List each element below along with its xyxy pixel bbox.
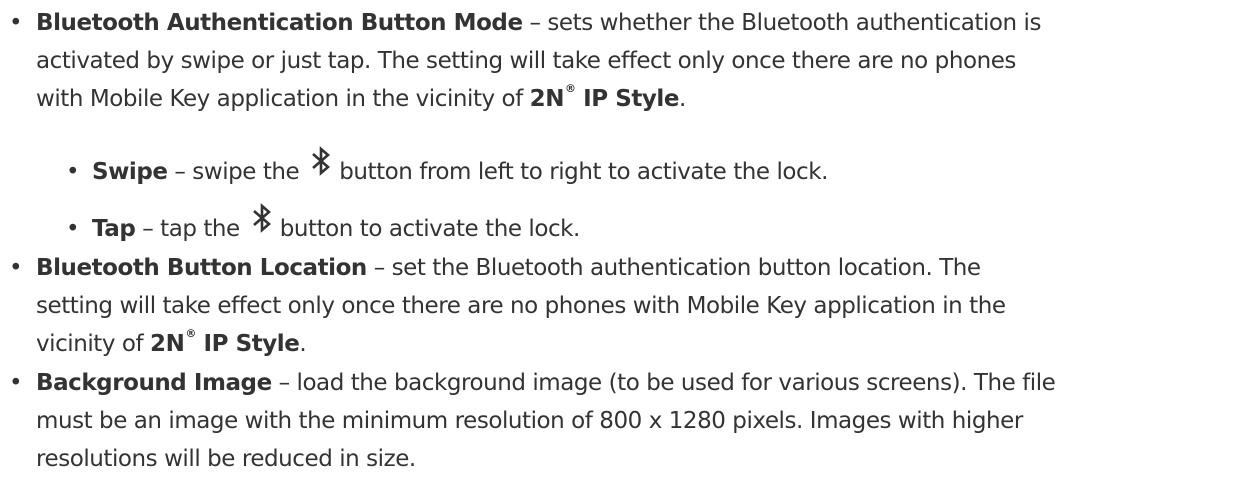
dash-separator: – xyxy=(135,216,161,242)
item-text: button from left to right to activate th… xyxy=(339,159,828,185)
item-text: resolutions will be reduced in size. xyxy=(36,446,416,472)
product-prefix: 2N xyxy=(150,331,185,357)
item-term: Bluetooth Button Location xyxy=(36,255,367,281)
sub-bullet-item-tap: • Tap – tap the button to activate the lo… xyxy=(66,203,1212,248)
item-term: Background Image xyxy=(36,370,272,396)
item-text: sets whether the Bluetooth authenticatio… xyxy=(547,10,1041,36)
bullet-marker: • xyxy=(66,216,80,242)
bullet-marker: • xyxy=(9,255,23,281)
item-term: Bluetooth Authentication Button Mode xyxy=(36,10,523,36)
item-term: Tap xyxy=(92,216,136,242)
product-suffix: IP Style xyxy=(195,331,300,357)
item-text: load the background image (to be used fo… xyxy=(296,370,1056,396)
item-line: vicinity of 2N® IP Style. xyxy=(36,325,1226,363)
item-line: Bluetooth Button Location – set the Blue… xyxy=(36,249,1226,287)
item-text: setting will take effect only once there… xyxy=(36,293,1006,319)
registered-mark: ® xyxy=(185,327,196,341)
dash-separator: – xyxy=(366,255,392,281)
item-text: swipe the xyxy=(192,159,300,185)
dash-separator: – xyxy=(522,10,548,36)
item-text: button to activate the lock. xyxy=(279,216,581,242)
item-text: set the Bluetooth authentication button … xyxy=(391,255,981,281)
bullet-marker: • xyxy=(9,10,23,36)
item-text: activated by swipe or just tap. The sett… xyxy=(36,48,1016,74)
product-suffix: IP Style xyxy=(575,86,680,112)
dash-separator: – xyxy=(167,159,193,185)
bullet-marker: • xyxy=(9,370,23,396)
product-name: 2N® IP Style xyxy=(150,328,300,357)
bullet-item-bt-auth-button-mode: • Bluetooth Authentication Button Mode –… xyxy=(9,4,1226,118)
item-text: tap the xyxy=(160,216,240,242)
item-line: Tap – tap the button to activate the lock… xyxy=(92,203,1212,248)
sub-bullet-item-swipe: • Swipe – swipe the button from left to r… xyxy=(66,146,1212,191)
item-line: Bluetooth Authentication Button Mode – s… xyxy=(36,4,1226,42)
item-end: . xyxy=(299,331,307,357)
product-name: 2N® IP Style xyxy=(529,83,680,112)
item-text: vicinity of xyxy=(36,331,151,357)
item-text: must be an image with the minimum resolu… xyxy=(36,408,1023,434)
item-end: . xyxy=(679,86,686,112)
bullet-item-bt-button-location: • Bluetooth Button Location – set the Bl… xyxy=(9,249,1226,363)
registered-mark: ® xyxy=(565,82,576,96)
item-line: Swipe – swipe the button from left to rig… xyxy=(92,146,1212,191)
item-term: Swipe xyxy=(92,159,168,185)
bluetooth-icon xyxy=(250,203,276,233)
dash-separator: – xyxy=(271,370,297,396)
product-prefix: 2N xyxy=(529,86,565,112)
bluetooth-icon xyxy=(309,146,335,176)
item-text: with Mobile Key application in the vicin… xyxy=(36,86,530,112)
bullet-item-background-image: • Background Image – load the background… xyxy=(9,364,1226,478)
item-line: with Mobile Key application in the vicin… xyxy=(36,80,1226,118)
item-line: Background Image – load the background i… xyxy=(36,364,1226,402)
bullet-marker: • xyxy=(66,159,80,185)
document-body: • Bluetooth Authentication Button Mode –… xyxy=(0,0,1242,479)
